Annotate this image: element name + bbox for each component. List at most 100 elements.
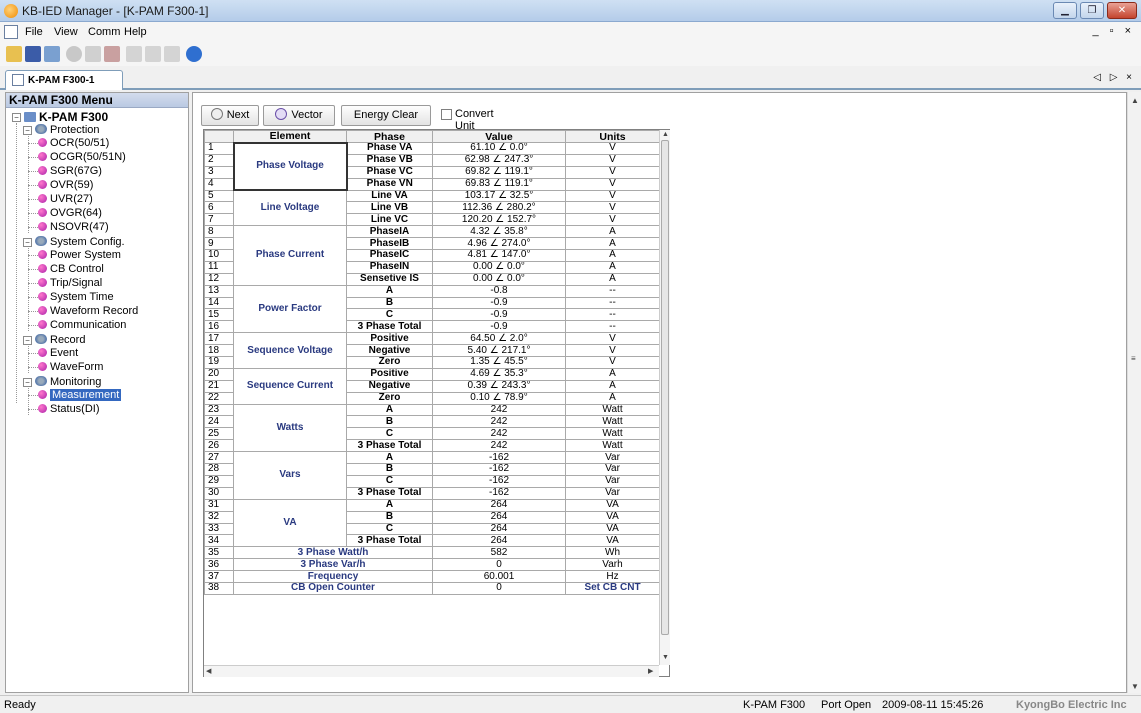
value-cell: 4.96 ∠ 274.0° xyxy=(432,237,566,251)
download-icon[interactable] xyxy=(145,46,161,62)
tab-navigation[interactable]: ◁ ▷ × xyxy=(1093,72,1135,83)
units-cell: Hz xyxy=(565,570,660,583)
row-number: 5 xyxy=(204,189,234,203)
element-cell: 3 Phase Watt/h xyxy=(233,546,433,560)
phase-cell: PhaseIC xyxy=(346,249,433,262)
row-number: 24 xyxy=(204,415,234,429)
value-cell: 5.40 ∠ 217.1° xyxy=(432,344,566,358)
row-number: 27 xyxy=(204,451,234,465)
vector-button[interactable]: Vector xyxy=(263,105,335,126)
tree-item-trip-signal[interactable]: Trip/Signal xyxy=(28,277,102,290)
collapse-icon[interactable]: − xyxy=(23,378,32,387)
element-cell: Phase Voltage xyxy=(232,141,348,192)
value-cell: 69.83 ∠ 119.1° xyxy=(432,177,566,191)
units-cell: Var xyxy=(565,463,660,476)
tree-item-ocr[interactable]: OCR(50/51) xyxy=(28,137,109,150)
tree-item-status-di[interactable]: Status(DI) xyxy=(28,403,100,416)
mdi-controls[interactable]: _ ▫ × xyxy=(1092,25,1135,37)
value-cell: 242 xyxy=(432,439,566,453)
row-number: 33 xyxy=(204,522,234,536)
value-cell: -162 xyxy=(432,486,566,500)
row-number: 37 xyxy=(204,570,234,583)
tree-item-system-time[interactable]: System Time xyxy=(28,291,114,304)
window-icon[interactable] xyxy=(44,46,60,62)
tree-item-sgr[interactable]: SGR(67G) xyxy=(28,165,102,178)
panel-vertical-scrollbar[interactable]: ▲ ≡ ▼ xyxy=(1127,92,1141,693)
collapse-icon[interactable]: − xyxy=(23,238,32,247)
tree-item-waveform-record[interactable]: Waveform Record xyxy=(28,305,138,318)
scroll-thumb[interactable] xyxy=(661,140,669,635)
tree-item-ovgr[interactable]: OVGR(64) xyxy=(28,207,102,220)
connect-icon[interactable] xyxy=(66,46,82,62)
tree-item-communication[interactable]: Communication xyxy=(28,319,126,332)
units-cell: Watt xyxy=(565,439,660,453)
row-number: 30 xyxy=(204,486,234,500)
disconnect-icon[interactable] xyxy=(104,46,120,62)
element-cell: CB Open Counter xyxy=(233,581,433,595)
col-header-units: Units xyxy=(565,130,660,143)
status-bar: Ready K-PAM F300 Port Open 2009-08-11 15… xyxy=(0,695,1141,713)
tree-item-ovr[interactable]: OVR(59) xyxy=(28,179,93,192)
collapse-icon[interactable]: − xyxy=(23,336,32,345)
collapse-icon[interactable]: − xyxy=(23,126,32,135)
row-number: 8 xyxy=(204,225,234,239)
status-company: KyongBo Electric Inc xyxy=(1016,699,1127,711)
close-button[interactable]: ✕ xyxy=(1107,2,1137,19)
menu-view[interactable]: View xyxy=(54,26,78,38)
open-icon[interactable] xyxy=(6,46,22,62)
tree-item-cb-control[interactable]: CB Control xyxy=(28,263,104,276)
value-cell: 1.35 ∠ 45.5° xyxy=(432,356,566,369)
menu-comm[interactable]: Comm xyxy=(88,26,120,38)
grid-vertical-scrollbar[interactable]: ▲ ▼ xyxy=(659,130,670,665)
gear-icon xyxy=(35,236,47,246)
save-icon[interactable] xyxy=(25,46,41,62)
minimize-button[interactable]: ▁ xyxy=(1053,2,1077,19)
set-cb-cnt-button[interactable]: Set CB CNT xyxy=(565,581,660,595)
element-cell: Sequence Current xyxy=(233,367,347,405)
phase-cell: C xyxy=(346,308,433,322)
phase-cell: B xyxy=(346,463,433,476)
table-row: 13 Power Factor A -0.8 -- xyxy=(204,284,660,334)
upload-icon[interactable] xyxy=(126,46,142,62)
tree-group-system-config[interactable]: System Config. xyxy=(35,236,125,249)
phase-cell: Sensetive IS xyxy=(346,272,433,286)
tree-group-monitoring[interactable]: Monitoring xyxy=(35,376,101,389)
value-cell: -0.8 xyxy=(432,284,566,298)
row-number: 1 xyxy=(204,142,234,155)
tree-item-nsovr[interactable]: NSOVR(47) xyxy=(28,221,109,234)
table-row: 17 Sequence Voltage Positive 64.50 ∠ 2.0° V xyxy=(204,332,660,369)
collapse-icon[interactable]: − xyxy=(12,113,21,122)
row-number: 17 xyxy=(204,332,234,346)
phase-cell: 3 Phase Total xyxy=(346,439,433,453)
units-cell: A xyxy=(565,237,660,251)
tree-item-event[interactable]: Event xyxy=(28,347,78,360)
energy-clear-button[interactable]: Energy Clear xyxy=(341,105,431,126)
leaf-icon xyxy=(38,320,47,329)
tree-item-waveform[interactable]: WaveForm xyxy=(28,361,103,374)
tree-item-measurement[interactable]: Measurement xyxy=(28,389,122,402)
maximize-button[interactable]: ❐ xyxy=(1080,2,1104,19)
convert-unit-checkbox[interactable] xyxy=(441,109,452,120)
tree-group-protection[interactable]: Protection xyxy=(35,124,100,137)
tab-k-pam-f300-1[interactable]: K-PAM F300-1 xyxy=(5,70,123,90)
tree-root[interactable]: K-PAM F300 xyxy=(24,111,108,124)
help-icon[interactable] xyxy=(186,46,202,62)
row-number: 15 xyxy=(204,308,234,322)
link-icon[interactable] xyxy=(85,46,101,62)
tree-item-ocgr[interactable]: OCGR(50/51N) xyxy=(28,151,126,164)
tree-item-uvr[interactable]: UVR(27) xyxy=(28,193,93,206)
value-cell: 0 xyxy=(432,581,566,595)
next-button[interactable]: Next xyxy=(201,105,259,126)
menu-help[interactable]: Help xyxy=(124,26,147,38)
tree-group-record[interactable]: Record xyxy=(35,334,85,347)
units-cell: A xyxy=(565,260,660,274)
settings-icon[interactable] xyxy=(164,46,180,62)
table-row: 38 CB Open Counter 0 Set CB CNT xyxy=(204,581,660,595)
row-number: 35 xyxy=(204,546,234,560)
row-number: 11 xyxy=(204,260,234,274)
menu-file[interactable]: File xyxy=(25,26,43,38)
units-cell: -- xyxy=(565,284,660,298)
grid-horizontal-scrollbar[interactable]: ◀ ▶ xyxy=(204,665,659,677)
phase-cell: A xyxy=(346,498,433,512)
tree-item-power-system[interactable]: Power System xyxy=(28,249,121,262)
